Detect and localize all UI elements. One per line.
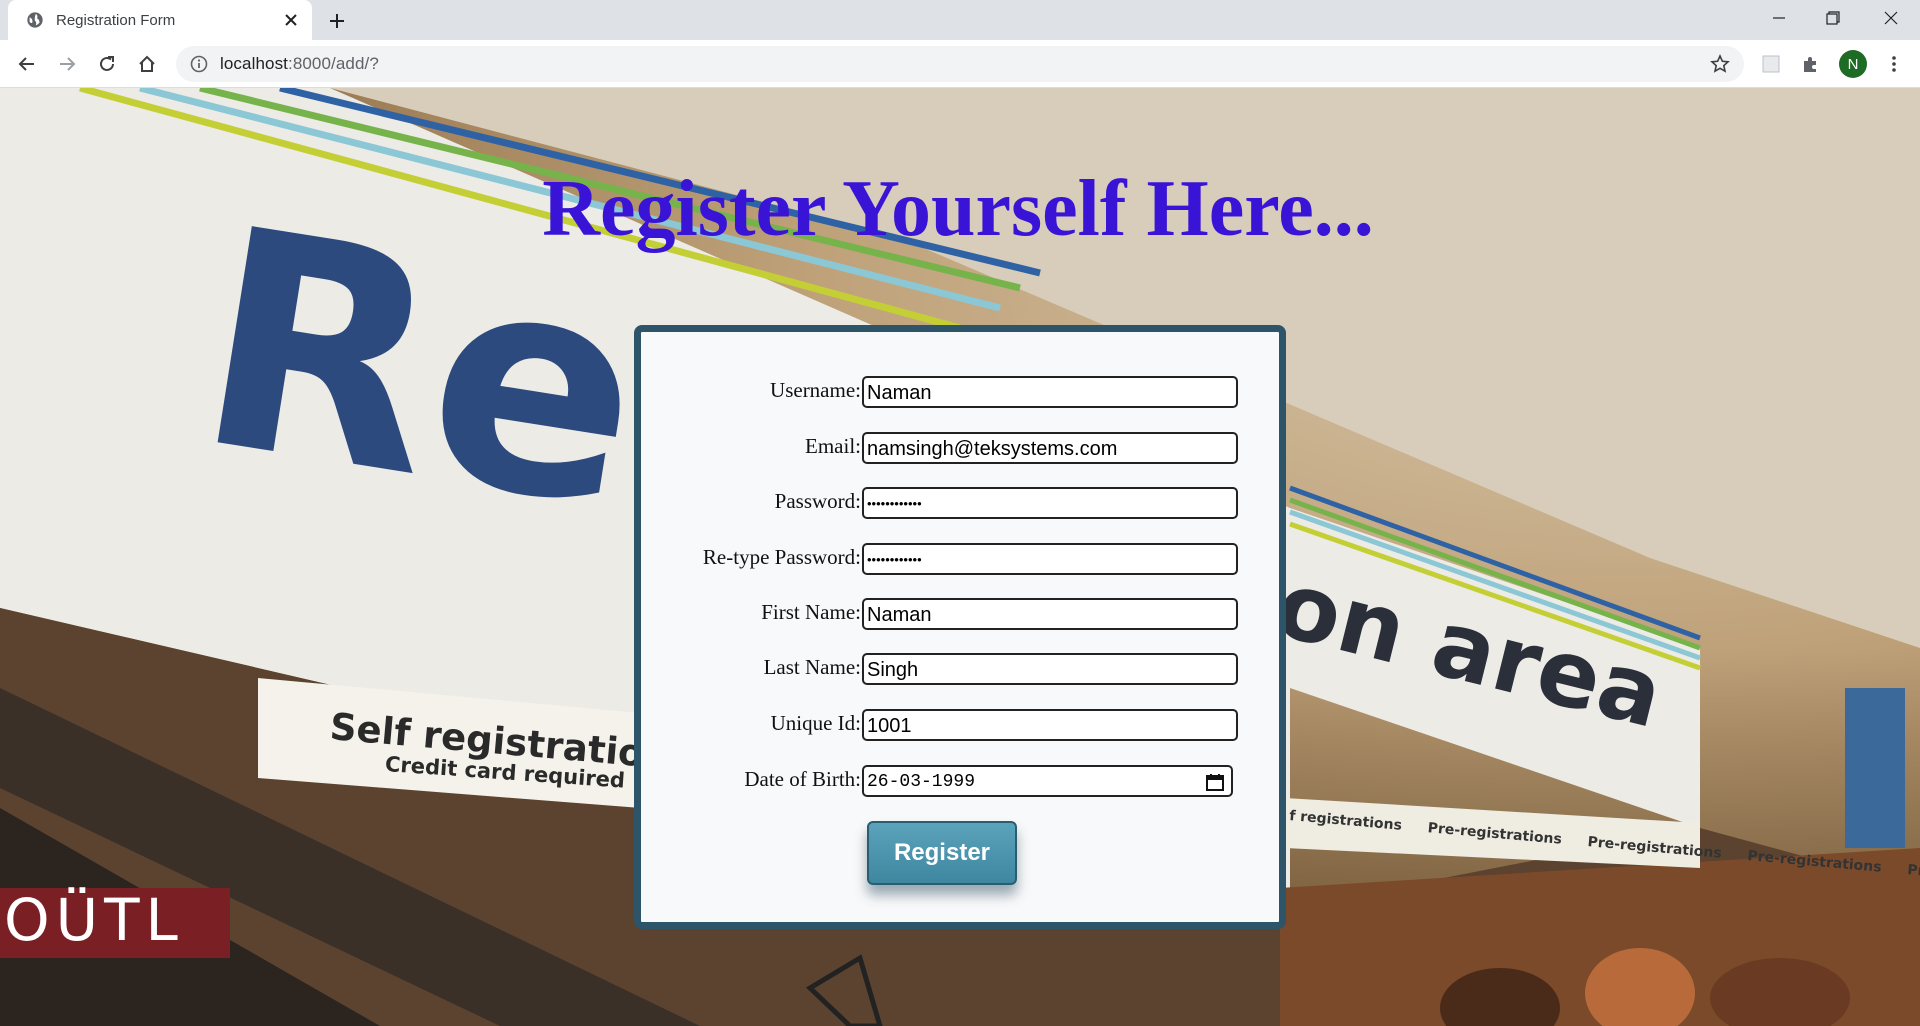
- retype-password-input[interactable]: ••••••••••••: [862, 543, 1238, 575]
- url-path: :8000/add/?: [288, 54, 379, 73]
- back-button[interactable]: [13, 50, 41, 78]
- dob-label: Date of Birth:: [744, 767, 861, 791]
- register-button[interactable]: Register: [867, 821, 1017, 885]
- minimize-icon: [1773, 17, 1785, 19]
- arrow-left-icon: [18, 57, 34, 71]
- extensions-menu-button[interactable]: [1797, 50, 1825, 78]
- url-text: localhost:8000/add/?: [220, 54, 379, 74]
- first-name-row: First Name: Naman: [641, 598, 1281, 632]
- calendar-icon[interactable]: [1205, 772, 1225, 792]
- password-row: Password: ••••••••••••: [641, 487, 1281, 521]
- retype-password-label: Re-type Password:: [702, 545, 861, 569]
- dob-value: 26-03-1999: [867, 772, 976, 792]
- first-name-label: First Name:: [761, 600, 861, 624]
- info-icon[interactable]: [190, 55, 208, 73]
- email-label: Email:: [805, 434, 861, 458]
- restore-button[interactable]: [1806, 0, 1860, 36]
- close-icon: [1884, 11, 1898, 25]
- email-input[interactable]: namsingh@teksystems.com: [862, 432, 1238, 464]
- bg-outlet-text: OÜTL: [4, 886, 184, 954]
- first-name-input[interactable]: Naman: [862, 598, 1238, 630]
- username-input[interactable]: Naman: [862, 376, 1238, 408]
- arrow-right-icon: [60, 57, 76, 71]
- last-name-row: Last Name: Singh: [641, 653, 1281, 687]
- address-bar[interactable]: localhost:8000/add/?: [176, 46, 1744, 82]
- globe-icon: [27, 12, 43, 28]
- kebab-menu-icon: [1892, 56, 1896, 72]
- forward-button[interactable]: [53, 50, 81, 78]
- username-label: Username:: [770, 378, 861, 402]
- unique-id-input[interactable]: 1001: [862, 709, 1238, 741]
- username-row: Username: Naman: [641, 376, 1281, 410]
- unique-id-row: Unique Id: 1001: [641, 709, 1281, 743]
- tab-title: Registration Form: [56, 11, 176, 29]
- registration-form: Username: Naman Email: namsingh@teksyste…: [634, 325, 1286, 929]
- profile-avatar[interactable]: N: [1839, 50, 1867, 78]
- plus-icon: [330, 14, 344, 28]
- home-icon: [139, 55, 155, 72]
- page-content: Re on area Self registrations Credit car…: [0, 88, 1920, 1026]
- star-icon[interactable]: [1710, 54, 1730, 74]
- email-row: Email: namsingh@teksystems.com: [641, 432, 1281, 466]
- menu-button[interactable]: [1880, 50, 1908, 78]
- page-title-text: Register Yourself Here...: [542, 165, 1374, 253]
- password-label: Password:: [774, 489, 861, 513]
- close-tab-icon[interactable]: [282, 11, 300, 29]
- browser-toolbar: localhost:8000/add/? N: [0, 40, 1920, 88]
- reload-icon: [100, 56, 114, 71]
- url-host: localhost: [220, 54, 288, 73]
- page-title: Register Yourself Here...: [0, 164, 1920, 255]
- retype-password-row: Re-type Password: ••••••••••••: [641, 543, 1281, 577]
- new-tab-button[interactable]: [324, 8, 350, 34]
- password-input[interactable]: ••••••••••••: [862, 487, 1238, 519]
- reload-button[interactable]: [93, 50, 121, 78]
- unique-id-label: Unique Id:: [770, 711, 861, 735]
- restore-icon: [1826, 11, 1840, 25]
- extension-button[interactable]: [1757, 50, 1785, 78]
- minimize-button[interactable]: [1752, 0, 1806, 36]
- dob-row: Date of Birth: 26-03-1999: [641, 765, 1281, 799]
- last-name-label: Last Name:: [763, 655, 861, 679]
- last-name-input[interactable]: Singh: [862, 653, 1238, 685]
- extension-square-icon: [1762, 55, 1780, 73]
- home-button[interactable]: [133, 50, 161, 78]
- close-window-button[interactable]: [1864, 0, 1918, 36]
- browser-tab[interactable]: Registration Form: [8, 0, 312, 40]
- browser-tabstrip: Registration Form: [0, 0, 1920, 40]
- puzzle-icon: [1804, 57, 1816, 72]
- dob-input[interactable]: 26-03-1999: [862, 765, 1233, 797]
